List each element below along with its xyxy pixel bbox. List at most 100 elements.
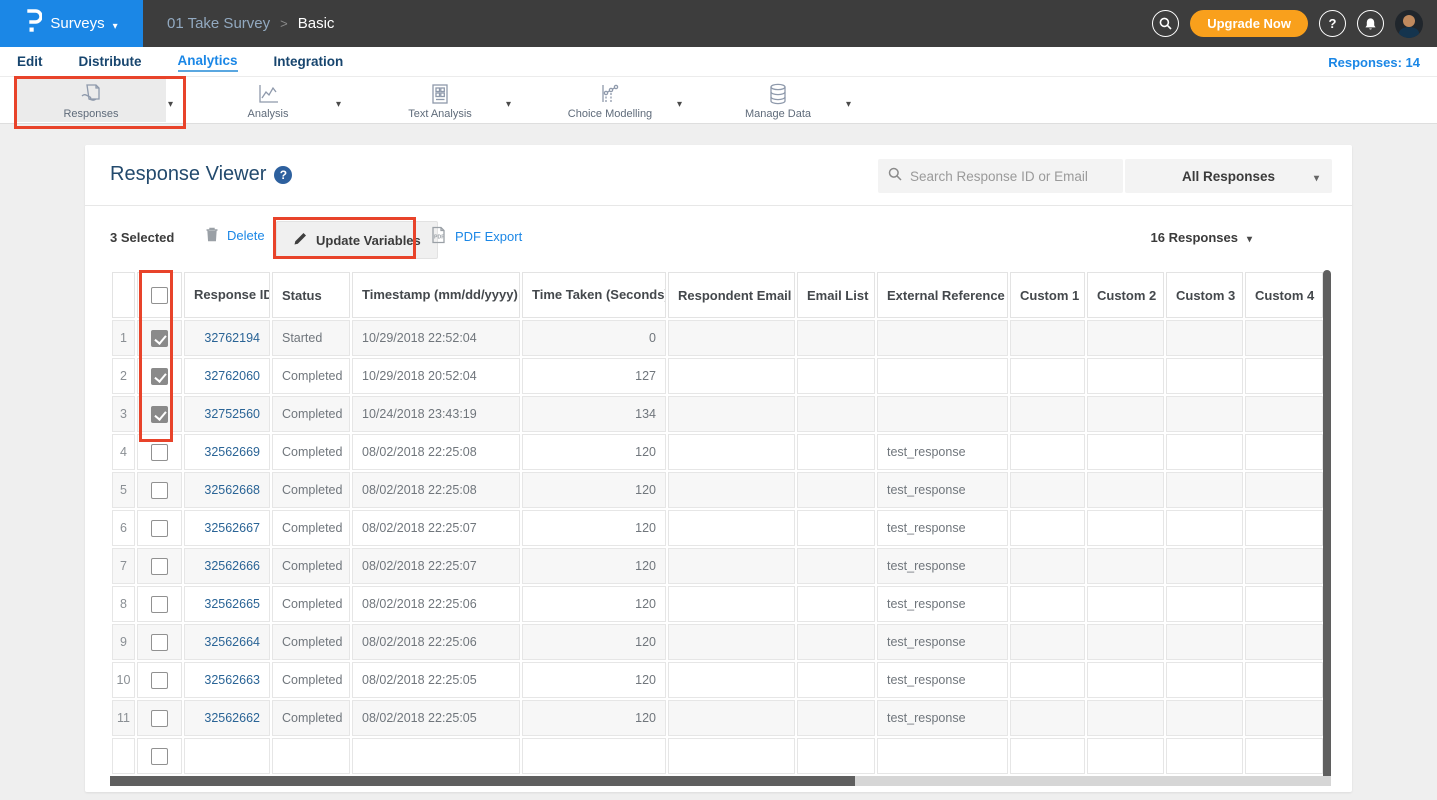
cell-custom1	[1010, 434, 1085, 470]
response-id-link[interactable]: 32562665	[204, 597, 260, 611]
avatar-body	[1399, 27, 1419, 38]
cell-id: 32562662	[184, 700, 270, 736]
breadcrumb-current: Basic	[298, 15, 335, 32]
toolbar-item-responses[interactable]: Responses	[16, 79, 166, 122]
column-header-label: Custom 1	[1020, 288, 1079, 303]
breadcrumb: 01 Take Survey > Basic	[167, 0, 334, 47]
response-id-link[interactable]: 32562668	[204, 483, 260, 497]
responses-page-dropdown[interactable]: 16 Responses	[1151, 230, 1252, 245]
cell-custom1	[1010, 662, 1085, 698]
row-checkbox[interactable]	[151, 520, 168, 537]
nav-tabs: Edit Distribute Analytics Integration	[17, 47, 343, 77]
tab-edit[interactable]: Edit	[17, 54, 43, 71]
update-variables-button[interactable]: Update Variables	[276, 221, 438, 259]
row-checkbox-checked[interactable]	[151, 368, 168, 385]
cell-external_reference: test_response	[877, 700, 1008, 736]
cell-timestamp: 10/24/2018 23:43:19	[352, 396, 520, 432]
table-header-row: Response IDStatusTimestamp (mm/dd/yyyy)T…	[112, 272, 1323, 318]
responses-dropdown-caret-icon[interactable]	[168, 94, 173, 112]
row-checkbox[interactable]	[151, 596, 168, 613]
avatar-face	[1403, 15, 1415, 27]
toolbar-item-text-analysis[interactable]: Text Analysis	[370, 79, 510, 122]
search-input[interactable]	[910, 169, 1113, 184]
column-header-time_taken[interactable]: Time Taken (Seconds)	[522, 272, 666, 318]
cell-email_list	[797, 510, 875, 546]
choice-modelling-dropdown-caret-icon[interactable]	[677, 94, 682, 112]
horizontal-scrollbar-thumb[interactable]	[110, 776, 855, 786]
pencil-icon	[293, 231, 308, 249]
cell-rownum: 11	[112, 700, 135, 736]
breadcrumb-survey-link[interactable]: 01 Take Survey	[167, 15, 270, 32]
column-header-label: Timestamp (mm/dd/yyyy)	[362, 287, 518, 302]
responses-count-badge[interactable]: Responses: 14	[1328, 47, 1420, 77]
response-filter-dropdown[interactable]: All Responses	[1125, 159, 1332, 193]
table-row	[112, 738, 1323, 774]
cell-status: Completed	[272, 434, 350, 470]
cell-email_list	[797, 700, 875, 736]
response-id-link[interactable]: 32762194	[204, 331, 260, 345]
response-search	[878, 159, 1123, 193]
row-checkbox[interactable]	[151, 444, 168, 461]
user-avatar[interactable]	[1395, 10, 1423, 38]
notifications-bell-icon[interactable]	[1357, 10, 1384, 37]
response-id-link[interactable]: 32562667	[204, 521, 260, 535]
cell-custom1	[1010, 320, 1085, 356]
product-menu[interactable]: Surveys	[0, 0, 143, 47]
cell-time_taken: 120	[522, 472, 666, 508]
search-icon[interactable]	[1152, 10, 1179, 37]
upgrade-now-button[interactable]: Upgrade Now	[1190, 10, 1308, 37]
cell-custom4	[1245, 662, 1323, 698]
row-checkbox-checked[interactable]	[151, 330, 168, 347]
toolbar-item-analysis[interactable]: Analysis	[198, 79, 338, 122]
cell-email_list	[797, 662, 875, 698]
cell-custom2	[1087, 358, 1164, 394]
tab-integration[interactable]: Integration	[274, 54, 344, 71]
row-checkbox[interactable]	[151, 558, 168, 575]
horizontal-scrollbar-track[interactable]	[110, 776, 1331, 786]
title-help-icon[interactable]: ?	[274, 166, 292, 184]
cell-custom1	[1010, 472, 1085, 508]
cell-custom3	[1166, 738, 1243, 774]
tab-distribute[interactable]: Distribute	[79, 54, 142, 71]
row-checkbox[interactable]	[151, 482, 168, 499]
cell-respondent_email	[668, 548, 795, 584]
analysis-dropdown-caret-icon[interactable]	[336, 94, 341, 112]
response-id-link[interactable]: 32562663	[204, 673, 260, 687]
row-checkbox[interactable]	[151, 710, 168, 727]
row-checkbox[interactable]	[151, 634, 168, 651]
cell-timestamp: 08/02/2018 22:25:08	[352, 472, 520, 508]
responses-icon	[78, 82, 104, 106]
row-checkbox[interactable]	[151, 672, 168, 689]
pdf-export-button[interactable]: PDF PDF Export	[430, 226, 522, 247]
manage-data-dropdown-caret-icon[interactable]	[846, 94, 851, 112]
response-id-link[interactable]: 32562662	[204, 711, 260, 725]
response-id-link[interactable]: 32562666	[204, 559, 260, 573]
cell-status: Completed	[272, 510, 350, 546]
cell-status: Completed	[272, 396, 350, 432]
column-header-timestamp[interactable]: Timestamp (mm/dd/yyyy)	[352, 272, 520, 318]
toolbar-item-choice-modelling[interactable]: Choice Modelling	[540, 79, 680, 122]
delete-button[interactable]: Delete	[205, 226, 265, 245]
column-header-id[interactable]: Response ID	[184, 272, 270, 318]
row-checkbox[interactable]	[151, 748, 168, 765]
cell-timestamp: 08/02/2018 22:25:08	[352, 434, 520, 470]
cell-id: 32562665	[184, 586, 270, 622]
cell-checkbox	[137, 472, 182, 508]
help-icon[interactable]: ?	[1319, 10, 1346, 37]
row-checkbox-checked[interactable]	[151, 406, 168, 423]
cell-time_taken: 120	[522, 700, 666, 736]
cell-custom4	[1245, 320, 1323, 356]
vertical-scrollbar[interactable]	[1323, 270, 1331, 786]
text-analysis-dropdown-caret-icon[interactable]	[506, 94, 511, 112]
tab-analytics[interactable]: Analytics	[178, 53, 238, 72]
cell-custom1	[1010, 586, 1085, 622]
response-id-link[interactable]: 32562664	[204, 635, 260, 649]
response-id-link[interactable]: 32752560	[204, 407, 260, 421]
column-header-custom3: Custom 3	[1166, 272, 1243, 318]
response-id-link[interactable]: 32562669	[204, 445, 260, 459]
toolbar-item-manage-data[interactable]: Manage Data	[708, 79, 848, 122]
table-row: 832562665Completed08/02/2018 22:25:06120…	[112, 586, 1323, 622]
response-id-link[interactable]: 32762060	[204, 369, 260, 383]
cell-email_list	[797, 434, 875, 470]
select-all-checkbox[interactable]	[151, 287, 168, 304]
